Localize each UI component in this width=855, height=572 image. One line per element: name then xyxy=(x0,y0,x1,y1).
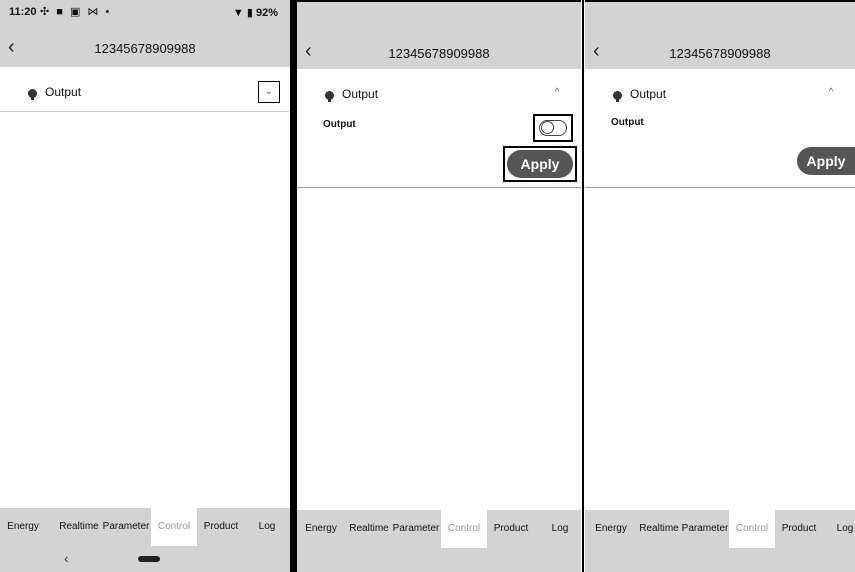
tab-log[interactable]: Log xyxy=(252,508,282,546)
tab-product[interactable]: Product xyxy=(489,510,533,548)
chevron-up-icon[interactable]: ^ xyxy=(547,83,567,103)
app-header: ‹ 12345678909988 xyxy=(297,2,581,69)
output-section-row[interactable]: Output ^ Output Apply xyxy=(585,69,855,188)
tab-control[interactable]: Control xyxy=(151,508,197,546)
system-nav-bar xyxy=(297,548,581,572)
tab-energy[interactable]: Energy xyxy=(301,510,341,548)
tab-energy[interactable]: Energy xyxy=(3,508,43,546)
tab-realtime[interactable]: Realtime xyxy=(57,508,101,546)
tab-bar: Energy Realtime Parameter Control Produc… xyxy=(585,510,855,548)
page-title: 12345678909988 xyxy=(94,41,196,56)
page-title: 12345678909988 xyxy=(388,46,490,61)
tab-control[interactable]: Control xyxy=(729,510,775,548)
screen-expanded: ‹ 12345678909988 Output ^ Output Apply E… xyxy=(585,0,855,572)
output-section-label: Output xyxy=(45,85,82,99)
bulb-icon xyxy=(325,91,334,102)
tab-bar: Energy Realtime Parameter Control Produc… xyxy=(0,508,290,546)
output-section-row[interactable]: Output ^ Output Apply xyxy=(297,69,581,188)
screen-expanded-highlighted: ‹ 12345678909988 Output ^ Output Apply E… xyxy=(297,0,581,572)
bulb-icon xyxy=(28,89,37,100)
apply-button[interactable]: Apply xyxy=(797,147,855,175)
status-time: 11:20 xyxy=(9,6,37,18)
apply-button[interactable]: Apply xyxy=(507,150,573,178)
system-nav-bar: ‹ xyxy=(0,546,290,572)
chevron-down-icon[interactable]: ⌄ xyxy=(258,81,280,103)
tab-parameter[interactable]: Parameter xyxy=(681,510,729,548)
output-toggle-label: Output xyxy=(611,117,644,128)
status-bar: 11:20 ✣ ■ ▣ ⋈ • ▼ ▮ 92% xyxy=(0,0,290,32)
battery-indicator: ▼ ▮ 92% xyxy=(232,7,278,19)
tab-realtime[interactable]: Realtime xyxy=(347,510,391,548)
tab-log[interactable]: Log xyxy=(545,510,575,548)
tab-product[interactable]: Product xyxy=(199,508,243,546)
panel-divider xyxy=(290,0,297,572)
output-section-label: Output xyxy=(630,87,667,101)
tab-parameter[interactable]: Parameter xyxy=(101,508,151,546)
tab-realtime[interactable]: Realtime xyxy=(637,510,681,548)
app-header: ‹ 12345678909988 xyxy=(585,2,855,69)
toggle-highlight xyxy=(533,114,573,142)
system-nav-bar xyxy=(585,548,855,572)
tab-bar: Energy Realtime Parameter Control Produc… xyxy=(297,510,581,548)
tab-parameter[interactable]: Parameter xyxy=(391,510,441,548)
tab-log[interactable]: Log xyxy=(835,510,855,548)
tab-product[interactable]: Product xyxy=(777,510,821,548)
apply-highlight: Apply xyxy=(503,146,577,182)
bulb-icon xyxy=(613,91,622,102)
output-section-row[interactable]: Output ⌄ xyxy=(0,67,290,112)
screen-collapsed: 11:20 ✣ ■ ▣ ⋈ • ▼ ▮ 92% ‹ 12345678909988… xyxy=(0,0,290,572)
tab-energy[interactable]: Energy xyxy=(591,510,631,548)
output-toggle[interactable] xyxy=(539,120,567,136)
output-section-label: Output xyxy=(342,87,379,101)
tab-control[interactable]: Control xyxy=(441,510,487,548)
nav-home-pill[interactable] xyxy=(138,556,160,562)
chevron-up-icon[interactable]: ^ xyxy=(821,83,841,103)
nav-back-icon[interactable]: ‹ xyxy=(64,550,69,566)
page-title: 12345678909988 xyxy=(669,46,771,61)
output-toggle-label: Output xyxy=(323,119,356,130)
app-header: ‹ 12345678909988 xyxy=(0,32,290,67)
status-icons: ✣ ■ ▣ ⋈ • xyxy=(40,6,112,18)
